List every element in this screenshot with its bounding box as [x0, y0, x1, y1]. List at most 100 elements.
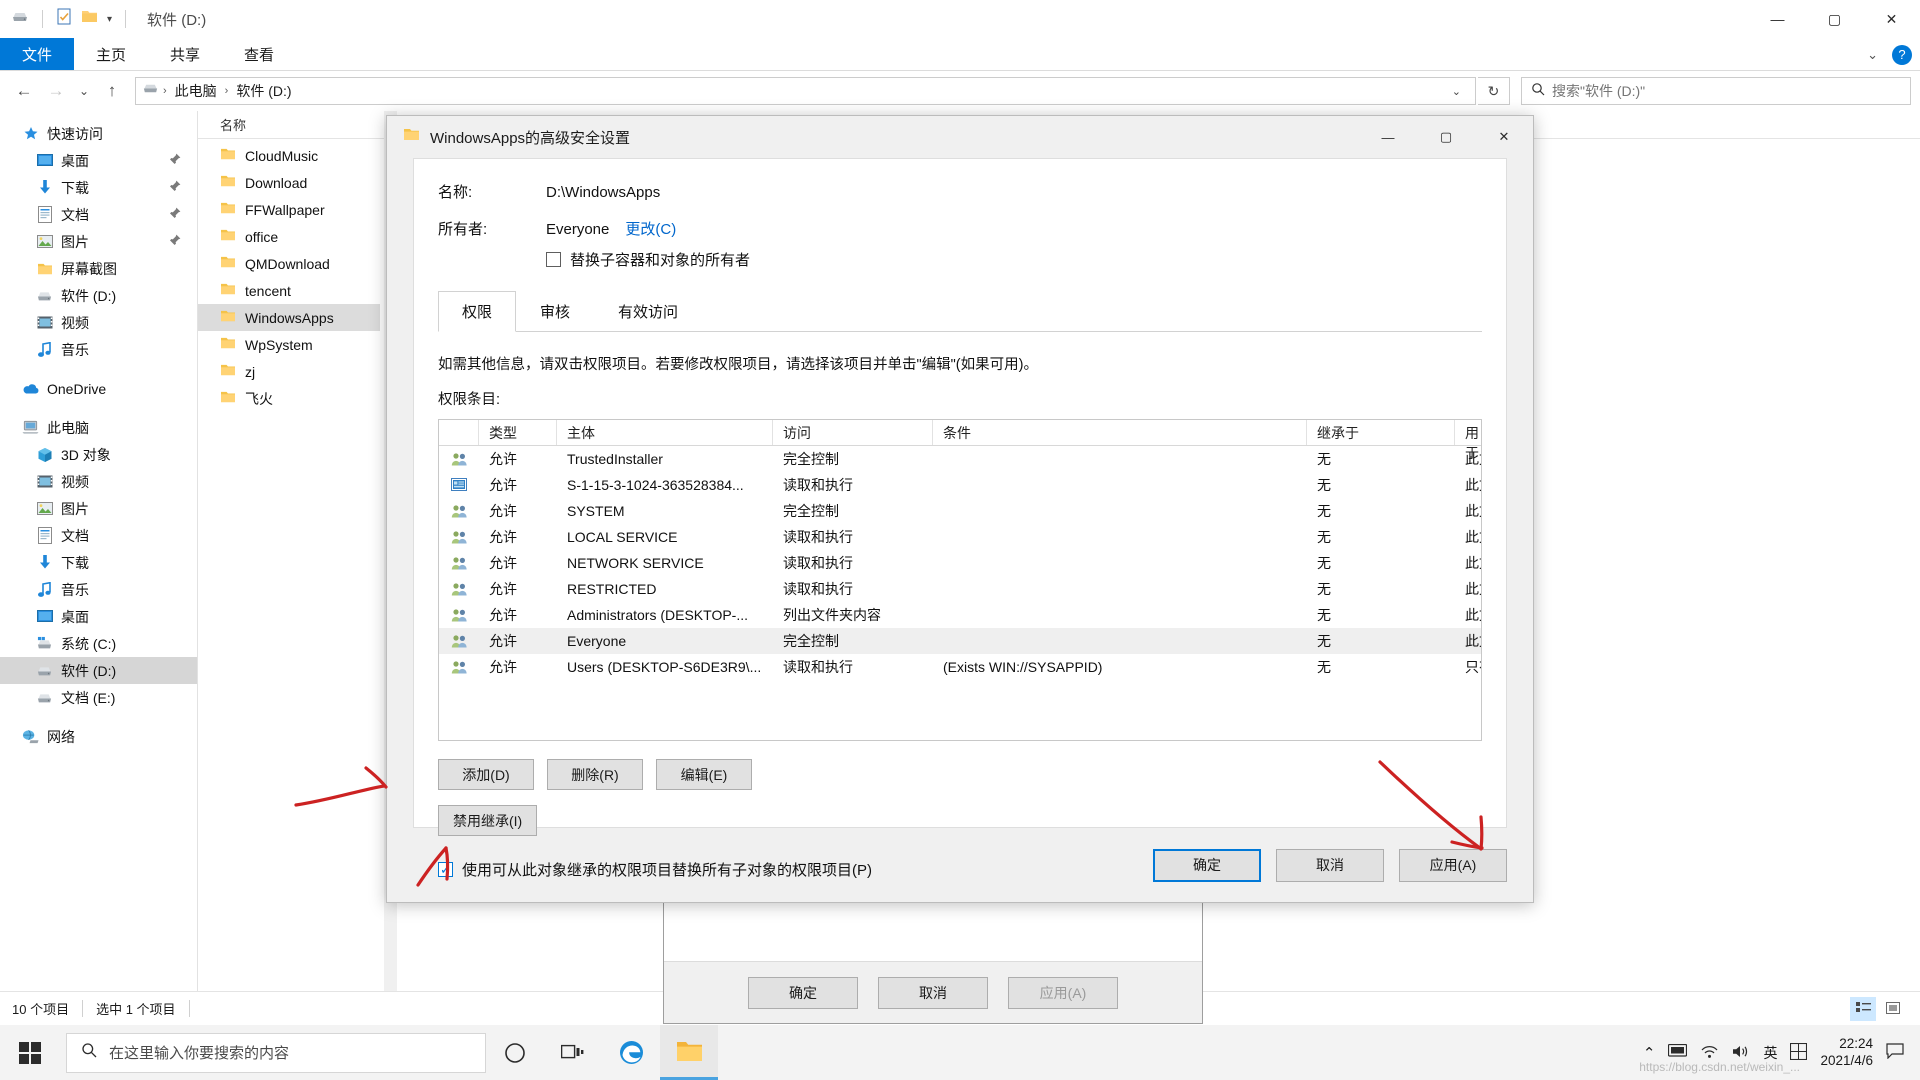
- new-folder-icon[interactable]: [81, 9, 98, 29]
- permission-entry-row[interactable]: 允许SYSTEM完全控制无此文件夹、子...: [439, 498, 1481, 524]
- tab-permissions[interactable]: 权限: [438, 291, 516, 332]
- permission-entry-row[interactable]: 允许LOCAL SERVICE读取和执行无此文件夹、子...: [439, 524, 1481, 550]
- sidebar-item-21[interactable]: 网络: [0, 723, 197, 750]
- customize-chevron-icon[interactable]: ▾: [107, 14, 112, 25]
- column-header-name[interactable]: 名称: [220, 115, 246, 134]
- sidebar-item-1[interactable]: 桌面: [0, 147, 197, 174]
- chevron-down-icon[interactable]: ⌄: [1444, 85, 1469, 98]
- sidebar-item-10[interactable]: 此电脑: [0, 414, 197, 441]
- grid-col-inherited[interactable]: 继承于: [1307, 420, 1455, 445]
- pin-icon[interactable]: [169, 180, 181, 195]
- pin-icon[interactable]: [169, 207, 181, 222]
- sidebar-item-20[interactable]: 文档 (E:): [0, 684, 197, 711]
- task-view-icon[interactable]: [544, 1025, 602, 1080]
- properties-cancel-button[interactable]: 取消: [878, 977, 988, 1009]
- permission-entry-row[interactable]: 允许Users (DESKTOP-S6DE3R9\...读取和执行(Exists…: [439, 654, 1481, 680]
- grid-col-principal[interactable]: 主体: [557, 420, 773, 445]
- sidebar-item-9[interactable]: OneDrive: [0, 375, 197, 402]
- replace-owner-checkbox-row[interactable]: 替换子容器和对象的所有者: [546, 249, 1482, 270]
- breadcrumb-drive-d[interactable]: 软件 (D:): [232, 81, 295, 101]
- replace-owner-checkbox[interactable]: [546, 252, 561, 267]
- sidebar-item-6[interactable]: 软件 (D:): [0, 282, 197, 309]
- permission-entry-row[interactable]: 允许Administrators (DESKTOP-...列出文件夹内容无此文件…: [439, 602, 1481, 628]
- close-button[interactable]: ✕: [1863, 0, 1920, 38]
- details-view-icon[interactable]: [1850, 997, 1876, 1021]
- maximize-button[interactable]: ▢: [1806, 0, 1863, 38]
- permission-entry-row[interactable]: 允许RESTRICTED读取和执行无此文件夹、子...: [439, 576, 1481, 602]
- pin-icon[interactable]: [169, 234, 181, 249]
- security-close-button[interactable]: ✕: [1475, 116, 1533, 158]
- properties-ok-button[interactable]: 确定: [748, 977, 858, 1009]
- recent-locations-button[interactable]: ⌄: [73, 77, 95, 105]
- ribbon-tab-share[interactable]: 共享: [148, 38, 222, 70]
- sidebar-item-3[interactable]: 文档: [0, 201, 197, 228]
- sidebar-item-17[interactable]: 桌面: [0, 603, 197, 630]
- taskbar-search-input[interactable]: 在这里输入你要搜索的内容: [66, 1033, 486, 1073]
- tab-auditing[interactable]: 审核: [516, 291, 594, 332]
- collapse-ribbon-icon[interactable]: ⌄: [1867, 47, 1878, 63]
- permission-entry-row[interactable]: 允许NETWORK SERVICE读取和执行无此文件夹、子...: [439, 550, 1481, 576]
- sidebar-item-13[interactable]: 图片: [0, 495, 197, 522]
- address-bar[interactable]: › 此电脑 › 软件 (D:) ⌄: [135, 77, 1476, 105]
- security-cancel-button[interactable]: 取消: [1276, 849, 1384, 882]
- add-permission-button[interactable]: 添加(D): [438, 759, 534, 790]
- large-icons-view-icon[interactable]: [1880, 997, 1906, 1021]
- file-list-item[interactable]: 飞火: [198, 385, 380, 412]
- grid-col-applies[interactable]: 应用于: [1455, 420, 1481, 445]
- grid-col-type[interactable]: 类型: [479, 420, 557, 445]
- file-list-item[interactable]: FFWallpaper: [198, 196, 380, 223]
- file-list-item[interactable]: tencent: [198, 277, 380, 304]
- security-minimize-button[interactable]: —: [1359, 116, 1417, 158]
- sidebar-item-15[interactable]: 下载: [0, 549, 197, 576]
- minimize-button[interactable]: —: [1749, 0, 1806, 38]
- remove-permission-button[interactable]: 删除(R): [547, 759, 643, 790]
- sidebar-item-7[interactable]: 视频: [0, 309, 197, 336]
- sidebar-item-0[interactable]: 快速访问: [0, 120, 197, 147]
- sidebar-item-2[interactable]: 下载: [0, 174, 197, 201]
- security-maximize-button[interactable]: ▢: [1417, 116, 1475, 158]
- edit-permission-button[interactable]: 编辑(E): [656, 759, 752, 790]
- security-apply-button[interactable]: 应用(A): [1399, 849, 1507, 882]
- pin-icon[interactable]: [169, 153, 181, 168]
- tray-chevron-up-icon[interactable]: ⌃: [1643, 1044, 1656, 1062]
- breadcrumb-thispc[interactable]: 此电脑: [171, 81, 221, 101]
- file-list-item[interactable]: QMDownload: [198, 250, 380, 277]
- back-button[interactable]: ←: [9, 77, 39, 105]
- file-explorer-icon[interactable]: [660, 1025, 718, 1080]
- file-list-item[interactable]: office: [198, 223, 380, 250]
- sidebar-item-4[interactable]: 图片: [0, 228, 197, 255]
- taskbar-clock[interactable]: 22:24 2021/4/6: [1820, 1036, 1873, 1070]
- sidebar-item-19[interactable]: 软件 (D:): [0, 657, 197, 684]
- file-list-item[interactable]: zj: [198, 358, 380, 385]
- windows-start-icon[interactable]: [0, 1025, 60, 1080]
- ribbon-tab-file[interactable]: 文件: [0, 38, 74, 70]
- properties-icon[interactable]: [56, 8, 72, 30]
- permission-entries-grid[interactable]: 类型 主体 访问 条件 继承于 应用于 允许TrustedInstaller完全…: [438, 419, 1482, 741]
- monitor-icon[interactable]: [1668, 1044, 1687, 1062]
- ribbon-tab-home[interactable]: 主页: [74, 38, 148, 70]
- file-list-item[interactable]: CloudMusic: [198, 142, 380, 169]
- sidebar-item-8[interactable]: 音乐: [0, 336, 197, 363]
- refresh-button[interactable]: ↻: [1478, 77, 1510, 105]
- notification-center-icon[interactable]: [1886, 1043, 1904, 1062]
- tab-effective-access[interactable]: 有效访问: [594, 291, 702, 332]
- sidebar-item-16[interactable]: 音乐: [0, 576, 197, 603]
- properties-apply-button[interactable]: 应用(A): [1008, 977, 1118, 1009]
- network-icon[interactable]: [1700, 1044, 1719, 1062]
- sidebar-item-5[interactable]: 屏幕截图: [0, 255, 197, 282]
- grid-body[interactable]: 允许TrustedInstaller完全控制无此文件夹、子...允许S-1-15…: [439, 446, 1481, 680]
- change-owner-link[interactable]: 更改(C): [625, 218, 676, 239]
- grid-col-access[interactable]: 访问: [773, 420, 933, 445]
- grid-col-condition[interactable]: 条件: [933, 420, 1307, 445]
- up-button[interactable]: ↑: [97, 77, 127, 105]
- sidebar-item-11[interactable]: 3D 对象: [0, 441, 197, 468]
- search-input[interactable]: 搜索"软件 (D:)": [1521, 77, 1911, 105]
- permission-entry-row[interactable]: 允许S-1-15-3-1024-363528384...读取和执行无此文件夹、子…: [439, 472, 1481, 498]
- permission-entry-row[interactable]: 允许TrustedInstaller完全控制无此文件夹、子...: [439, 446, 1481, 472]
- security-ok-button[interactable]: 确定: [1153, 849, 1261, 882]
- navigation-pane[interactable]: 快速访问桌面下载文档图片屏幕截图软件 (D:)视频音乐OneDrive此电脑3D…: [0, 111, 198, 991]
- sidebar-item-18[interactable]: 系统 (C:): [0, 630, 197, 657]
- ribbon-tab-view[interactable]: 查看: [222, 38, 296, 70]
- file-list-item[interactable]: WpSystem: [198, 331, 380, 358]
- cortana-icon[interactable]: [486, 1025, 544, 1080]
